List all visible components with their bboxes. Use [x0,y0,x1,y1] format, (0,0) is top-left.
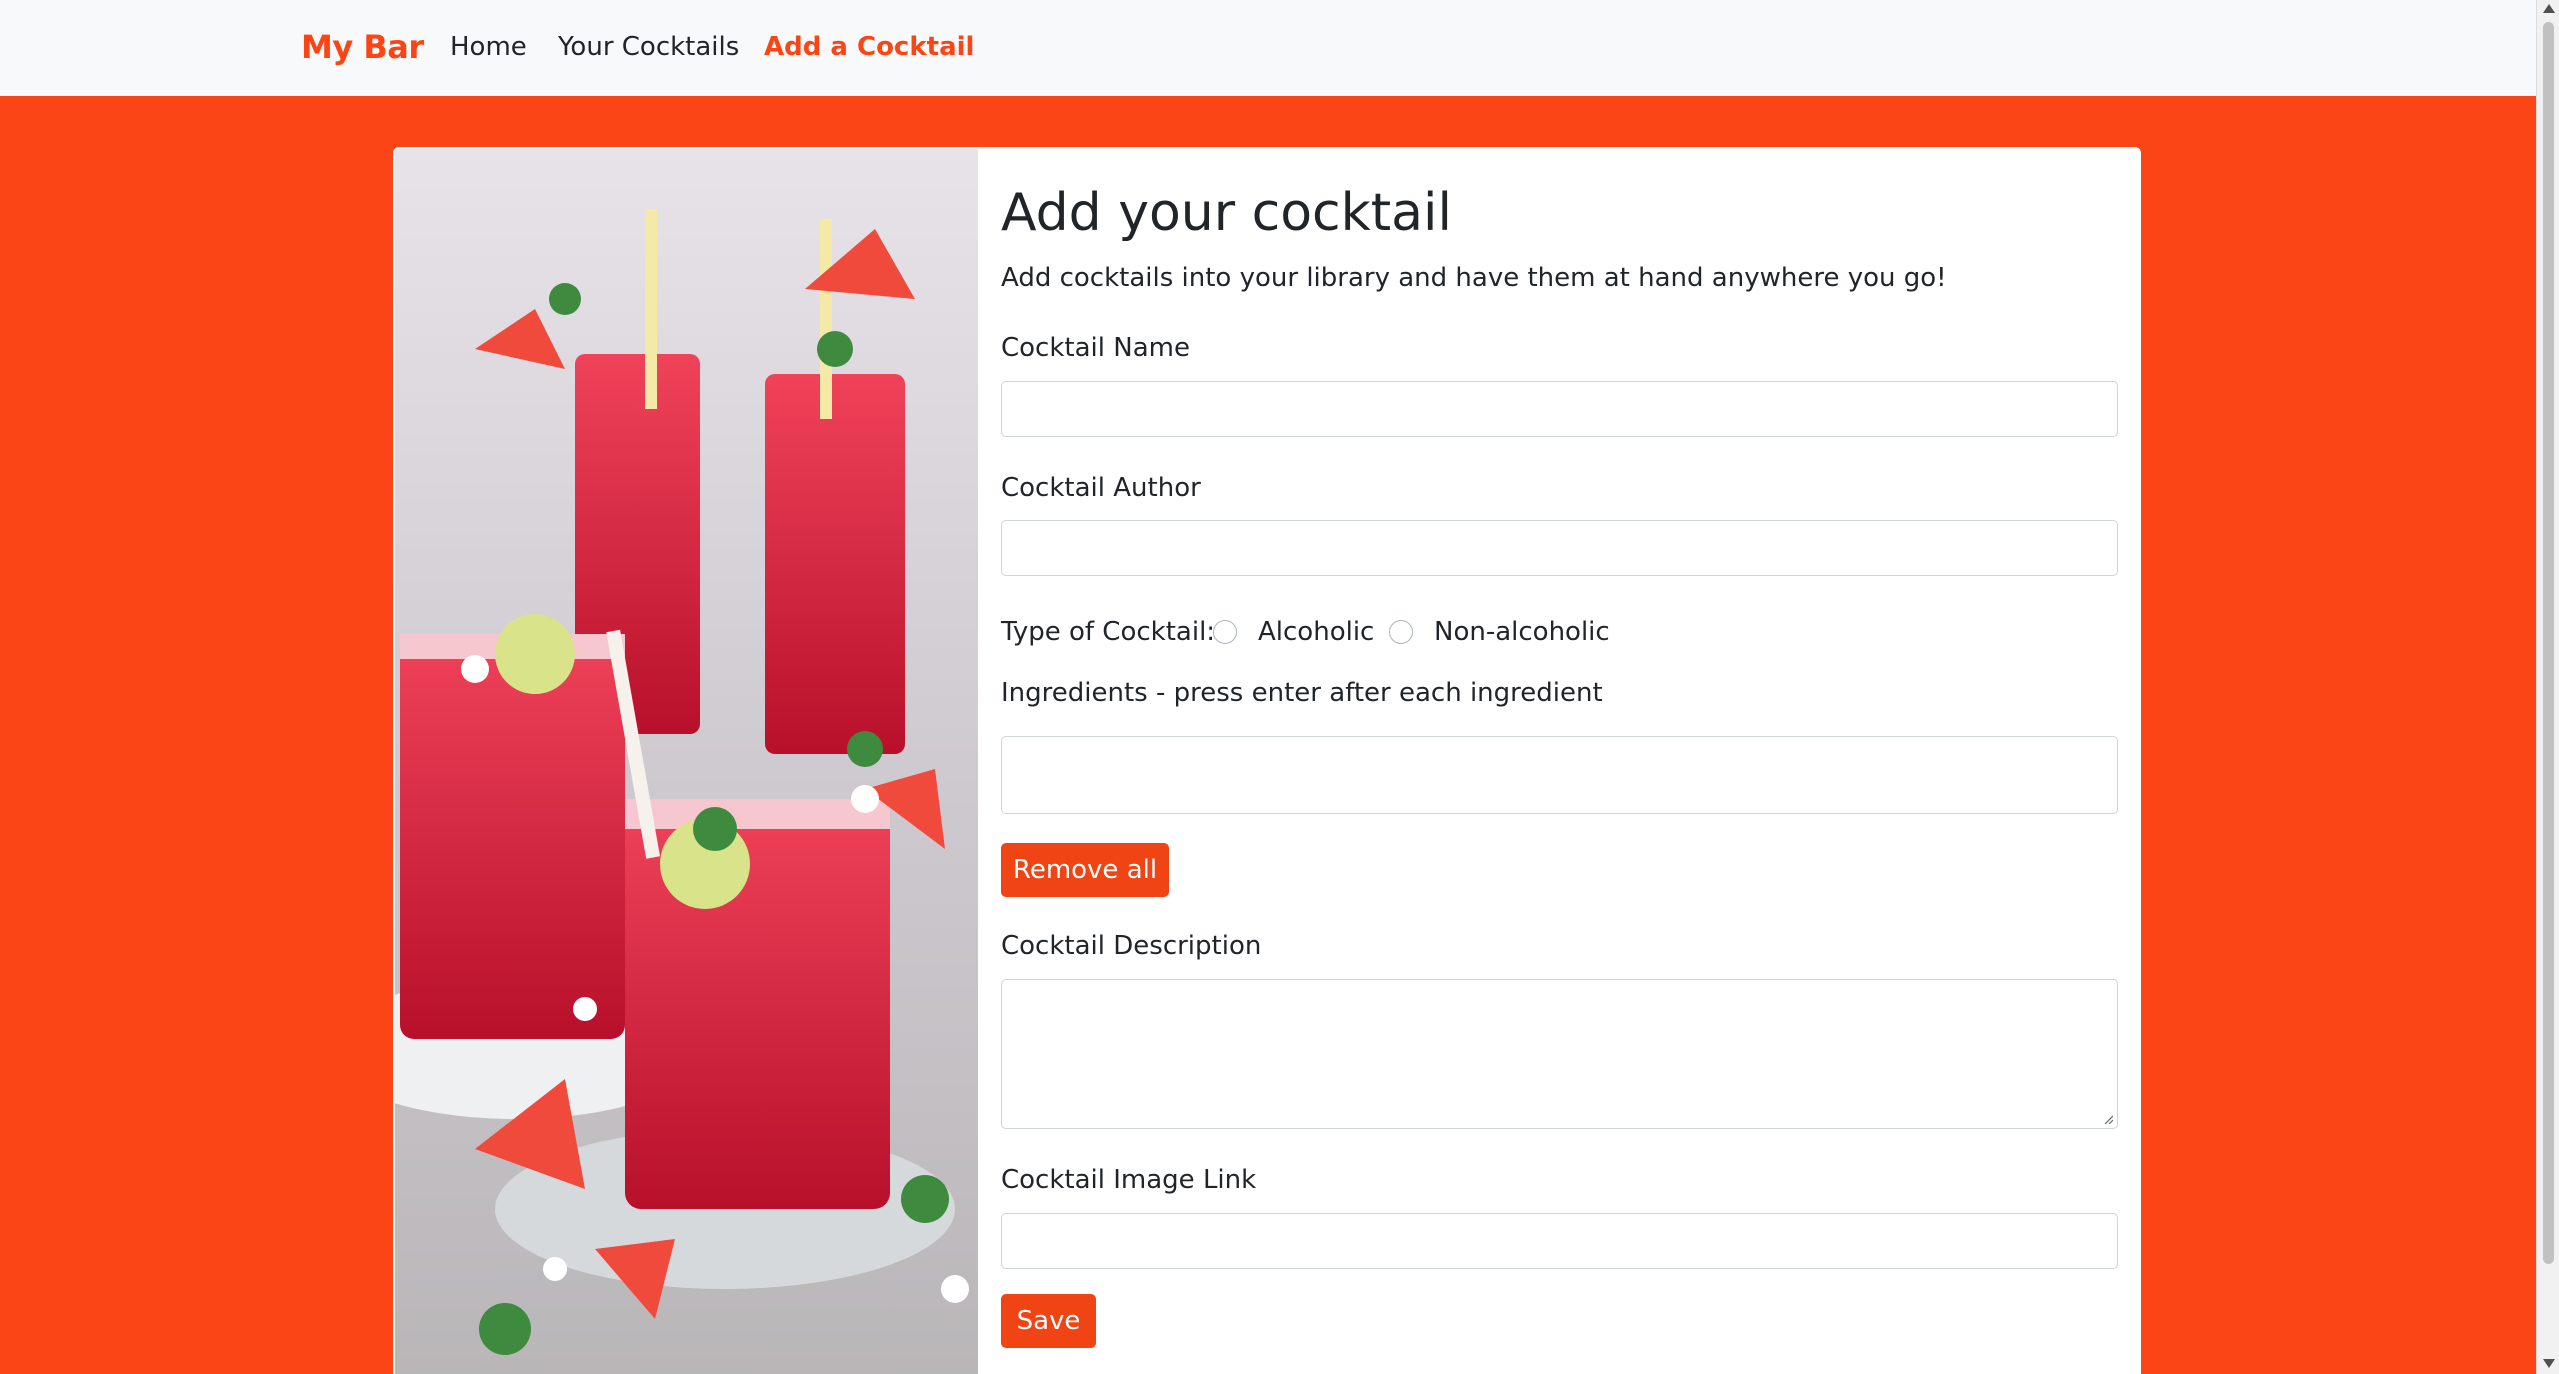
cocktail-author-label: Cocktail Author [1001,473,1201,503]
cocktail-photo [395,149,978,1374]
cocktail-image-label: Cocktail Image Link [1001,1165,1257,1195]
cocktail-author-input[interactable] [1001,520,2118,576]
scroll-up-icon[interactable] [2543,4,2555,13]
ingredients-label: Ingredients - press enter after each ing… [1001,678,1603,708]
scroll-thumb[interactable] [2543,22,2554,1264]
ingredients-input[interactable] [1001,736,2118,814]
radio-alcoholic-label[interactable]: Alcoholic [1258,617,1374,647]
cocktail-image-input[interactable] [1001,1213,2118,1269]
cocktail-name-label: Cocktail Name [1001,333,1190,363]
cocktail-description-textarea[interactable] [1001,979,2118,1129]
radio-non-alcoholic-label[interactable]: Non-alcoholic [1434,617,1610,647]
radio-alcoholic[interactable] [1213,620,1237,644]
page-scrollbar[interactable] [2536,0,2559,1374]
resize-handle-icon[interactable] [2103,1114,2113,1124]
nav-link-your-cocktails[interactable]: Your Cocktails [558,32,739,62]
cocktail-type-label: Type of Cocktail: [1001,617,1216,647]
brand-logo[interactable]: My Bar [301,28,424,66]
page-title: Add your cocktail [1001,183,1452,243]
page-subtitle: Add cocktails into your library and have… [1001,263,1947,293]
navbar: My Bar Home Your Cocktails Add a Cocktai… [0,0,2536,97]
nav-link-home[interactable]: Home [450,32,527,62]
remove-all-button[interactable]: Remove all [1001,843,1169,897]
nav-link-add-cocktail[interactable]: Add a Cocktail [764,32,974,62]
cocktail-description-label: Cocktail Description [1001,931,1262,961]
scroll-down-icon[interactable] [2543,1359,2555,1368]
radio-non-alcoholic[interactable] [1389,620,1413,644]
save-button[interactable]: Save [1001,1294,1096,1348]
cocktail-name-input[interactable] [1001,381,2118,437]
add-cocktail-card: Add your cocktail Add cocktails into you… [393,147,2141,1374]
